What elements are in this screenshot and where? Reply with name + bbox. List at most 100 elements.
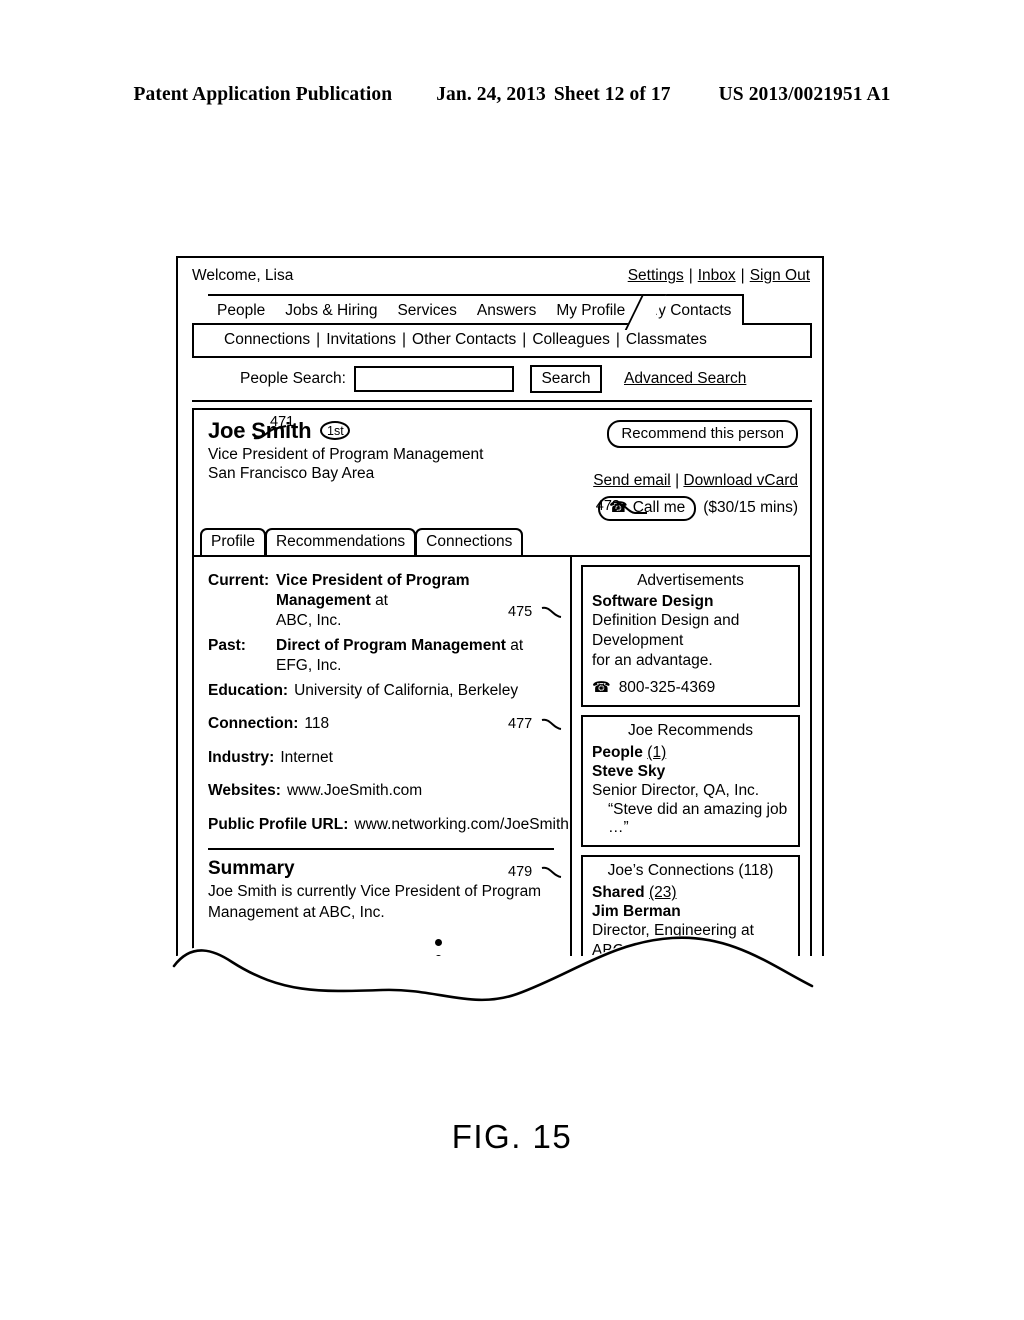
people-search-input[interactable]	[354, 365, 514, 392]
subnav-sep-1: |	[316, 331, 321, 348]
current-company: ABC, Inc.	[276, 612, 342, 630]
recommends-people-label: People	[592, 743, 643, 761]
websites-value: www.JoeSmith.com	[286, 782, 423, 800]
connections-shared-label: Shared	[592, 884, 645, 902]
past-value: Direct of Program Management at EFG, Inc…	[276, 636, 523, 677]
inbox-link[interactable]: Inbox	[698, 267, 736, 285]
tab-answers[interactable]: Answers	[467, 294, 550, 325]
patent-figure-page: Patent Application Publication Jan. 24, …	[0, 0, 1024, 1320]
ad-phone-number: 800-325-4369	[618, 678, 716, 696]
connections-shared-count[interactable]: (23)	[649, 884, 677, 901]
tab-jobs-and-hiring-label: Jobs & Hiring	[285, 301, 378, 319]
current-title: Vice President of Program Management	[276, 571, 470, 609]
recommend-person-label: Recommend this person	[621, 424, 784, 442]
tab-my-profile-label: My Profile	[556, 301, 626, 319]
call-rate-label: ($30/15 mins)	[703, 499, 798, 516]
ad-line-1: Definition Design and Development	[592, 611, 740, 649]
contact-links: Send email | Download vCard	[593, 472, 798, 490]
degree-badge-label: 1st	[327, 423, 344, 438]
subnav-item-connections[interactable]: Connections	[224, 331, 310, 349]
detail-row-public-url: Public Profile URL: www.networking.com/J…	[208, 815, 569, 835]
sub-tab-recommendations[interactable]: Recommendations	[264, 527, 417, 555]
sub-tab-connections-label: Connections	[426, 533, 513, 550]
recommends-people-count[interactable]: (1)	[647, 744, 666, 761]
sub-navigation-bar: Connections | Invitations | Other Contac…	[192, 322, 812, 358]
connections-shared-row: Shared (23)	[592, 883, 789, 903]
tab-services[interactable]: Services	[388, 294, 470, 325]
dot-1	[434, 939, 442, 947]
patent-date: Jan. 24, 2013	[436, 84, 546, 105]
call-me-row: 473 ☎ Call me ($30/15 mins)	[593, 495, 798, 521]
subnav-item-classmates[interactable]: Classmates	[626, 331, 707, 349]
ad-title[interactable]: Software Design	[592, 593, 789, 611]
recommends-quote: “Steve did an amazing job …”	[608, 801, 788, 837]
recommends-people-row: People (1)	[592, 743, 789, 763]
send-email-link[interactable]: Send email	[593, 472, 671, 489]
callout-leader-473	[616, 502, 647, 514]
subnav-sep-4: |	[615, 331, 620, 348]
patent-publication-label: Patent Application Publication	[133, 84, 393, 105]
welcome-bar: Welcome, Lisa Settings | Inbox | Sign Ou…	[178, 258, 822, 294]
link-separator-1: |	[688, 267, 693, 284]
settings-link[interactable]: Settings	[628, 267, 684, 285]
tab-people[interactable]: People	[208, 294, 279, 325]
sub-tab-recommendations-label: Recommendations	[275, 533, 406, 550]
subnav-item-colleagues[interactable]: Colleagues	[532, 331, 610, 349]
sub-tab-profile[interactable]: Profile	[200, 527, 266, 555]
tab-my-contacts-label: My Contacts	[645, 301, 732, 319]
reference-numeral-475: 475	[508, 604, 533, 620]
tab-my-contacts[interactable]: My Contacts	[636, 294, 745, 325]
ad-line-2: for an advantage.	[592, 651, 713, 669]
joe-recommends-box: Joe Recommends People (1) Steve Sky Seni…	[581, 714, 800, 848]
sign-out-link[interactable]: Sign Out	[750, 267, 810, 285]
public-url-label: Public Profile URL:	[208, 815, 349, 833]
welcome-greeting: Welcome, Lisa	[192, 267, 294, 284]
tab-people-label: People	[217, 301, 266, 319]
education-value: University of California, Berkeley	[294, 681, 519, 699]
past-company: EFG, Inc.	[276, 657, 342, 675]
detail-row-websites: Websites: www.JoeSmith.com	[208, 781, 560, 801]
detail-row-industry: Industry: Internet	[208, 748, 560, 768]
people-search-row: People Search: Search Advanced Search	[192, 358, 812, 402]
profile-identity: Joe Smith 1st 471 Vice President of Prog…	[208, 414, 484, 521]
tab-answers-label: Answers	[476, 301, 537, 319]
profile-headline: Vice President of Program Management	[208, 445, 484, 463]
tab-jobs-and-hiring[interactable]: Jobs & Hiring	[276, 294, 391, 325]
recommend-person-button[interactable]: Recommend this person	[607, 419, 798, 448]
current-at: at	[375, 591, 388, 609]
degree-badge: 1st	[320, 421, 351, 440]
profile-location: San Francisco Bay Area	[208, 464, 375, 482]
joe-connections-box: Joe’s Connections (118) Shared (23) Jim …	[581, 855, 800, 956]
application-window: Welcome, Lisa Settings | Inbox | Sign Ou…	[176, 256, 824, 956]
ad-phone-icon: ☎	[592, 679, 611, 697]
education-label: Education:	[208, 681, 289, 699]
search-button[interactable]: Search	[530, 364, 602, 393]
recommends-title: Joe Recommends	[628, 721, 753, 739]
download-vcard-link[interactable]: Download vCard	[683, 472, 798, 489]
websites-label: Websites:	[208, 782, 281, 800]
sub-tab-connections[interactable]: Connections	[415, 527, 524, 555]
tab-my-profile[interactable]: My Profile	[547, 294, 639, 325]
profile-sub-tabs: Profile Recommendations Connections	[200, 527, 810, 555]
figure-caption: FIG. 15	[451, 1118, 573, 1155]
detail-row-past: Past: Direct of Program Management at EF…	[208, 636, 560, 677]
profile-name-row: Joe Smith 1st 471	[208, 414, 483, 444]
search-button-label: Search	[541, 369, 591, 387]
recommends-person-name[interactable]: Steve Sky	[592, 763, 789, 781]
past-at: at	[510, 636, 524, 654]
subnav-item-invitations[interactable]: Invitations	[326, 331, 396, 349]
past-label: Past:	[208, 636, 246, 654]
ad-phone-row: ☎ 800-325-4369	[592, 679, 789, 697]
profile-actions: Recommend this person Send email | Downl…	[593, 418, 798, 521]
detail-row-education: Education: University of California, Ber…	[208, 681, 560, 701]
dot-2	[434, 955, 442, 956]
subnav-item-other-contacts[interactable]: Other Contacts	[412, 331, 516, 349]
industry-value: Internet	[280, 748, 333, 766]
advanced-search-link[interactable]: Advanced Search	[624, 370, 746, 388]
sub-tab-profile-label: Profile	[211, 533, 255, 550]
connections-person-name[interactable]: Jim Berman	[592, 903, 789, 921]
connection-value: 118	[304, 715, 330, 733]
advertisements-title: Advertisements	[637, 571, 744, 589]
reference-numeral-471: 471	[270, 413, 295, 430]
contact-link-separator: |	[675, 471, 680, 489]
